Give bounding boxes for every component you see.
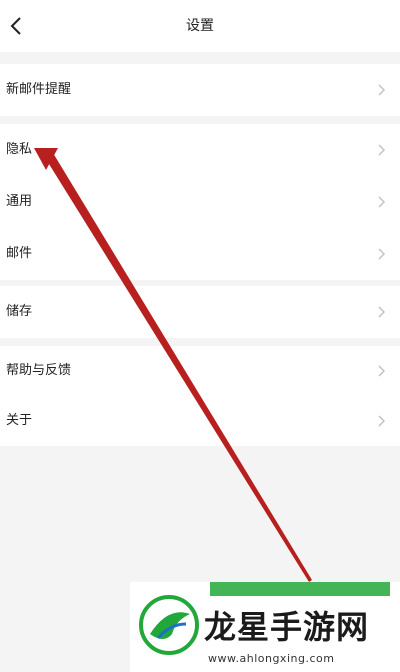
watermark-title: 龙星手游网	[204, 608, 370, 646]
watermark-logo-icon	[139, 595, 199, 655]
settings-item-privacy[interactable]: 隐私	[0, 124, 400, 176]
settings-item-label: 邮件	[6, 246, 33, 261]
settings-item-help-feedback[interactable]: 帮助与反馈	[0, 346, 400, 396]
top-bar: 设置	[0, 0, 400, 52]
settings-item-general[interactable]: 通用	[0, 176, 400, 228]
watermark: 龙星手游网 www.ahlongxing.com	[130, 582, 400, 672]
settings-item-label: 新邮件提醒	[6, 82, 72, 97]
settings-item-mail[interactable]: 邮件	[0, 228, 400, 280]
settings-item-about[interactable]: 关于	[0, 396, 400, 446]
settings-item-storage[interactable]: 储存	[0, 286, 400, 338]
chevron-right-icon	[378, 248, 386, 260]
settings-item-label: 关于	[6, 413, 33, 428]
settings-group-support: 帮助与反馈 关于	[0, 346, 400, 446]
settings-group-notifications: 新邮件提醒	[0, 64, 400, 116]
watermark-url: www.ahlongxing.com	[208, 652, 335, 665]
chevron-right-icon	[378, 306, 386, 318]
settings-group-storage: 储存	[0, 286, 400, 338]
chevron-right-icon	[378, 196, 386, 208]
chevron-right-icon	[378, 415, 386, 427]
watermark-banner	[210, 582, 390, 596]
settings-item-label: 通用	[6, 194, 33, 209]
settings-item-label: 隐私	[6, 142, 33, 157]
page-title: 设置	[186, 18, 214, 34]
settings-item-label: 帮助与反馈	[6, 363, 72, 378]
chevron-right-icon	[378, 365, 386, 377]
settings-group-main: 隐私 通用 邮件	[0, 124, 400, 280]
chevron-right-icon	[378, 144, 386, 156]
chevron-right-icon	[378, 84, 386, 96]
settings-item-label: 储存	[6, 304, 33, 319]
settings-item-new-mail-alert[interactable]: 新邮件提醒	[0, 64, 400, 116]
